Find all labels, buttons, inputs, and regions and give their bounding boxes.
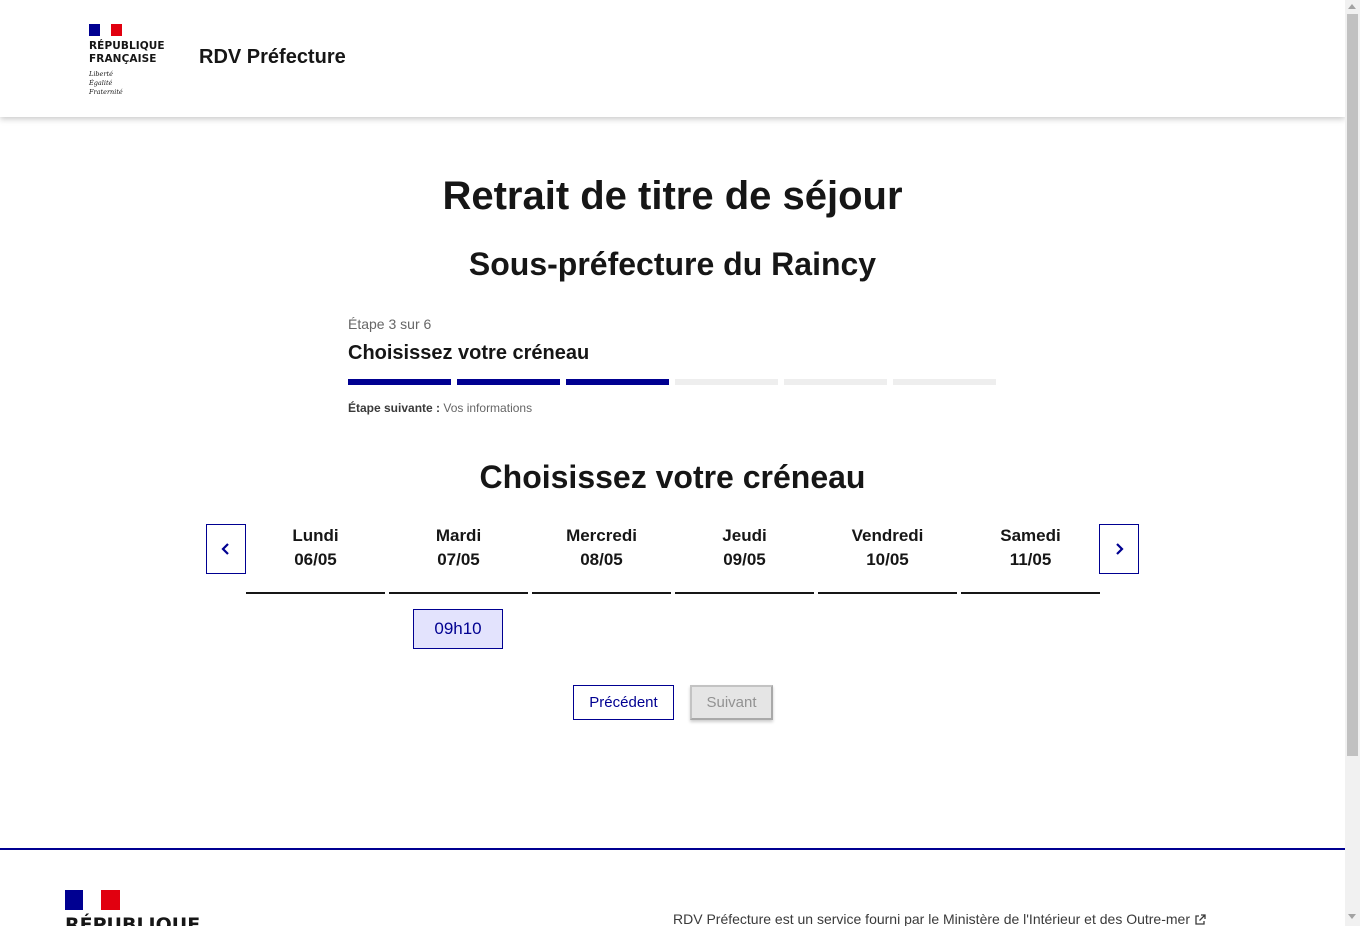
day-date: 08/05 xyxy=(580,550,623,569)
footer-logo-name: RÉPUBLIQUE xyxy=(65,914,201,926)
day-name: Lundi xyxy=(292,526,339,545)
day-name: Samedi xyxy=(1000,526,1061,545)
page-subtitle: Sous-préfecture du Raincy xyxy=(468,246,877,282)
stepper-next-value: Vos informations xyxy=(440,401,533,415)
stepper-title: Choisissez votre créneau xyxy=(348,342,590,364)
site-header: RÉPUBLIQUE FRANÇAISE Liberté Égalité Fra… xyxy=(0,0,1345,117)
previous-week-button[interactable] xyxy=(206,524,246,574)
stepper-next-label: Étape suivante : xyxy=(348,401,441,415)
day-column-mercredi: Mercredi 08/05 xyxy=(532,524,671,594)
day-date: 11/05 xyxy=(1009,550,1052,569)
footer-logo[interactable]: RÉPUBLIQUE xyxy=(65,890,200,926)
stepper-bar-4 xyxy=(675,379,778,385)
day-column-vendredi: Vendredi 10/05 xyxy=(818,524,957,594)
section-title: Choisissez votre créneau xyxy=(479,459,866,495)
stepper: Étape 3 sur 6 Choisissez votre créneau É… xyxy=(348,316,998,415)
scroll-up-arrow-icon[interactable] xyxy=(1348,4,1356,9)
page: RÉPUBLIQUE FRANÇAISE Liberté Égalité Fra… xyxy=(0,0,1345,926)
marianne-flag-icon xyxy=(65,890,120,910)
day-column-lundi: Lundi 06/05 xyxy=(246,524,385,594)
footer-service-text[interactable]: RDV Préfecture est un service fourni par… xyxy=(673,911,1206,926)
stepper-next-step: Étape suivante : Vos informations xyxy=(348,401,998,415)
service-title[interactable]: RDV Préfecture xyxy=(199,46,346,69)
day-column-jeudi: Jeudi 09/05 xyxy=(675,524,814,594)
stepper-bar-6 xyxy=(893,379,996,385)
day-column-samedi: Samedi 11/05 xyxy=(961,524,1100,594)
chevron-left-icon xyxy=(221,543,229,555)
page-title: Retrait de titre de séjour xyxy=(442,174,903,218)
republique-francaise-logo[interactable]: RÉPUBLIQUE FRANÇAISE Liberté Égalité Fra… xyxy=(89,24,179,97)
stepper-bar-1 xyxy=(348,379,451,385)
day-name: Mardi xyxy=(435,526,482,545)
day-name: Vendredi xyxy=(851,526,924,545)
external-link-icon xyxy=(1195,914,1206,925)
stepper-progress-bars xyxy=(348,379,998,385)
scrollbar-thumb[interactable] xyxy=(1347,14,1358,756)
vertical-scrollbar[interactable] xyxy=(1345,0,1360,926)
day-date: 06/05 xyxy=(294,550,337,569)
previous-button[interactable]: Précédent xyxy=(573,685,674,720)
logo-name: RÉPUBLIQUE FRANÇAISE xyxy=(89,40,165,65)
stepper-bar-3 xyxy=(566,379,669,385)
stepper-bar-5 xyxy=(784,379,887,385)
day-name: Jeudi xyxy=(722,526,767,545)
next-week-button[interactable] xyxy=(1099,524,1139,574)
day-date: 10/05 xyxy=(866,550,909,569)
next-button: Suivant xyxy=(690,685,773,720)
stepper-bar-2 xyxy=(457,379,560,385)
day-column-mardi: Mardi 07/05 xyxy=(389,524,528,594)
time-slot-button[interactable]: 09h10 xyxy=(413,609,503,649)
scroll-down-arrow-icon[interactable] xyxy=(1348,914,1356,919)
day-date: 09/05 xyxy=(723,550,766,569)
day-date: 07/05 xyxy=(437,550,480,569)
footer-text: RDV Préfecture est un service fourni par… xyxy=(673,911,1190,926)
logo-motto: Liberté Égalité Fraternité xyxy=(89,70,123,96)
day-name: Mercredi xyxy=(566,526,637,545)
chevron-right-icon xyxy=(1116,543,1124,555)
site-footer: RÉPUBLIQUE RDV Préfecture est un service… xyxy=(0,848,1345,926)
day-columns: Lundi 06/05 Mardi 07/05 Mercredi 08/05 Jeudi 09… xyxy=(246,524,1100,594)
marianne-flag-icon xyxy=(89,24,122,36)
stepper-state: Étape 3 sur 6 xyxy=(348,316,432,332)
